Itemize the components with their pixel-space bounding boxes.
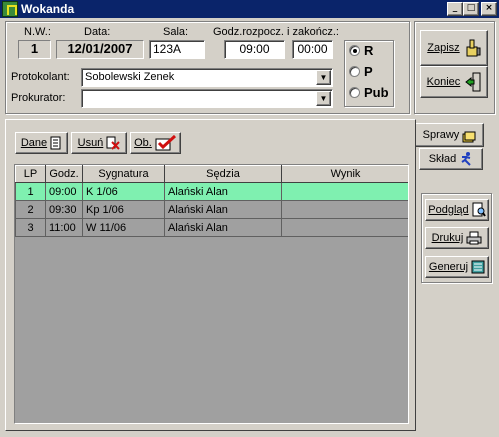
nw-value: 1 xyxy=(18,40,51,59)
cell-lp: 1 xyxy=(15,182,46,201)
ob-check-icon xyxy=(155,134,177,151)
tab-sprawy[interactable]: Sprawy xyxy=(416,123,484,147)
time-end-field[interactable]: 00:00 xyxy=(292,40,333,59)
app-icon xyxy=(2,1,18,17)
preview-icon xyxy=(472,202,486,218)
printer-icon xyxy=(466,231,482,245)
print-label: Drukuj xyxy=(431,232,464,244)
col-header-result[interactable]: Wynik xyxy=(281,165,408,183)
save-button[interactable]: Zapisz xyxy=(420,30,488,66)
cell-result xyxy=(281,182,408,201)
prosecutor-combo[interactable]: ▼ xyxy=(81,89,333,108)
radio-pub[interactable]: Pub xyxy=(349,85,389,101)
grid-header: LP Godz. Sygnatura Sędzia Wynik xyxy=(15,165,408,183)
thumbs-up-icon xyxy=(465,38,481,58)
cell-time: 11:00 xyxy=(45,218,83,237)
clerk-value: Sobolewski Zenek xyxy=(85,71,175,83)
radio-dot xyxy=(349,66,360,77)
radio-p[interactable]: P xyxy=(349,64,373,80)
cell-lp: 3 xyxy=(15,218,46,237)
room-label: Sala: xyxy=(163,26,189,38)
radio-dot xyxy=(349,45,360,56)
maximize-icon: □ xyxy=(466,3,476,13)
preview-button[interactable]: Podgląd xyxy=(425,199,489,221)
ob-label: Ob. xyxy=(134,137,152,149)
data-icon xyxy=(50,136,62,150)
dropdown-arrow-icon[interactable]: ▼ xyxy=(316,70,331,85)
clerk-label: Protokolant: xyxy=(11,71,70,83)
col-header-signature[interactable]: Sygnatura xyxy=(82,165,165,183)
minimize-button[interactable]: _ xyxy=(447,2,463,16)
time-label: Godz.rozpocz. i zakończ.: xyxy=(213,26,339,38)
cases-grid[interactable]: LP Godz. Sygnatura Sędzia Wynik 1 09:00 … xyxy=(14,164,409,424)
cell-signature: Kp 1/06 xyxy=(82,200,165,219)
tab-sklad[interactable]: Skład xyxy=(419,148,483,170)
dropdown-arrow-icon[interactable]: ▼ xyxy=(316,91,331,106)
radio-dot xyxy=(349,87,360,98)
radio-label: Pub xyxy=(364,85,389,100)
delete-label: Usuń xyxy=(77,137,104,149)
maximize-button[interactable]: □ xyxy=(463,2,479,16)
title-bar[interactable]: Wokanda _ □ × xyxy=(0,0,499,18)
ob-button[interactable]: Ob. xyxy=(130,132,181,154)
minimize-icon: _ xyxy=(452,3,458,13)
data-button[interactable]: Dane xyxy=(15,132,68,154)
prosecutor-label: Prokurator: xyxy=(11,92,66,104)
runner-icon xyxy=(459,152,473,166)
tab-label: Sprawy xyxy=(422,129,460,141)
cell-result xyxy=(281,218,408,237)
save-label: Zapisz xyxy=(427,42,460,54)
generate-label: Generuj xyxy=(428,261,469,273)
table-row[interactable]: 2 09:30 Kp 1/06 Alański Alan xyxy=(15,200,408,219)
delete-icon xyxy=(106,136,121,150)
preview-label: Podgląd xyxy=(428,204,469,216)
cell-time: 09:30 xyxy=(45,200,83,219)
tab-label: Skład xyxy=(428,153,457,165)
end-label: Koniec xyxy=(426,76,461,88)
cell-signature: K 1/06 xyxy=(82,182,165,201)
table-row[interactable]: 1 09:00 K 1/06 Alański Alan xyxy=(15,182,408,201)
date-value: 12/01/2007 xyxy=(56,40,144,59)
generate-icon xyxy=(471,260,485,274)
col-header-time[interactable]: Godz. xyxy=(45,165,83,183)
radio-r[interactable]: R xyxy=(349,43,373,59)
col-header-lp[interactable]: LP xyxy=(15,165,46,183)
end-button[interactable]: Koniec xyxy=(420,66,488,98)
generate-button[interactable]: Generuj xyxy=(425,256,489,278)
clerk-combo[interactable]: Sobolewski Zenek ▼ xyxy=(81,68,333,87)
col-header-judge[interactable]: Sędzia xyxy=(164,165,282,183)
cell-judge: Alański Alan xyxy=(164,182,282,201)
window-title: Wokanda xyxy=(21,2,75,16)
cell-judge: Alański Alan xyxy=(164,200,282,219)
close-icon: × xyxy=(485,3,493,13)
radio-label: R xyxy=(364,43,374,58)
table-row[interactable]: 3 11:00 W 11/06 Alański Alan xyxy=(15,218,408,237)
room-field[interactable]: 123A xyxy=(149,40,205,59)
data-label: Dane xyxy=(20,137,48,149)
radio-label: P xyxy=(364,64,373,79)
delete-button[interactable]: Usuń xyxy=(71,132,127,154)
cell-judge: Alański Alan xyxy=(164,218,282,237)
exit-door-icon xyxy=(465,72,481,92)
print-button[interactable]: Drukuj xyxy=(425,227,489,249)
time-start-field[interactable]: 09:00 xyxy=(224,40,285,59)
cell-time: 09:00 xyxy=(45,182,83,201)
folders-icon xyxy=(462,129,476,143)
date-label: Data: xyxy=(84,26,111,38)
cell-signature: W 11/06 xyxy=(82,218,165,237)
cell-lp: 2 xyxy=(15,200,46,219)
nw-label: N.W.: xyxy=(24,26,51,38)
close-button[interactable]: × xyxy=(481,2,497,16)
cell-result xyxy=(281,200,408,219)
